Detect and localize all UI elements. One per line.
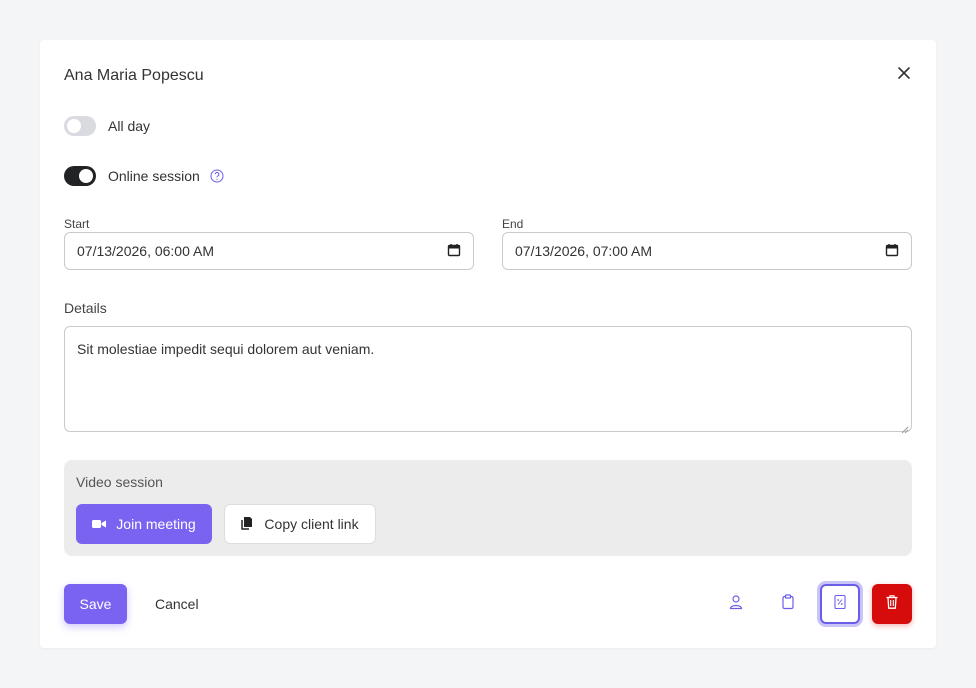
online-session-row: Online session bbox=[64, 166, 224, 186]
video-session-label: Video session bbox=[76, 474, 163, 490]
join-meeting-label: Join meeting bbox=[116, 516, 196, 532]
details-label: Details bbox=[64, 300, 107, 316]
details-textarea[interactable]: Sit molestiae impedit sequi dolorem aut … bbox=[64, 326, 912, 434]
start-datetime-value: 07/13/2026, 06:00 AM bbox=[77, 243, 214, 259]
clipboard-icon bbox=[781, 593, 795, 615]
copy-client-link-label: Copy client link bbox=[264, 516, 359, 532]
all-day-toggle[interactable] bbox=[64, 116, 96, 136]
close-icon[interactable] bbox=[894, 63, 914, 83]
all-day-label: All day bbox=[108, 118, 151, 134]
start-datetime-input[interactable]: 07/13/2026, 06:00 AM bbox=[64, 232, 474, 270]
video-camera-icon bbox=[92, 516, 107, 532]
calendar-icon[interactable] bbox=[447, 243, 461, 260]
copy-client-link-button[interactable]: Copy client link bbox=[224, 504, 376, 544]
client-profile-button[interactable] bbox=[716, 584, 756, 624]
start-label: Start bbox=[64, 217, 90, 231]
copy-icon bbox=[241, 516, 254, 533]
end-datetime-input[interactable]: 07/13/2026, 07:00 AM bbox=[502, 232, 912, 270]
cancel-button[interactable]: Cancel bbox=[155, 596, 199, 612]
delete-button[interactable] bbox=[872, 584, 912, 624]
help-circle-icon[interactable] bbox=[210, 169, 224, 183]
calendar-icon[interactable] bbox=[885, 243, 899, 260]
invoice-button[interactable] bbox=[820, 584, 860, 624]
save-button[interactable]: Save bbox=[64, 584, 127, 624]
video-session-panel: Video session Join meeting Copy client l… bbox=[64, 460, 912, 556]
join-meeting-button[interactable]: Join meeting bbox=[76, 504, 212, 544]
resize-handle-icon[interactable] bbox=[901, 421, 909, 434]
trash-icon bbox=[885, 594, 899, 615]
receipt-icon bbox=[833, 594, 847, 615]
notes-button[interactable] bbox=[768, 584, 808, 624]
details-text: Sit molestiae impedit sequi dolorem aut … bbox=[77, 341, 375, 357]
user-icon bbox=[729, 594, 743, 615]
modal-title: Ana Maria Popescu bbox=[64, 67, 204, 84]
online-session-toggle[interactable] bbox=[64, 166, 96, 186]
all-day-row: All day bbox=[64, 116, 150, 136]
appointment-modal: Ana Maria Popescu All day Online session… bbox=[40, 40, 936, 648]
end-label: End bbox=[502, 217, 524, 231]
end-datetime-value: 07/13/2026, 07:00 AM bbox=[515, 243, 652, 259]
online-session-label: Online session bbox=[108, 168, 200, 184]
